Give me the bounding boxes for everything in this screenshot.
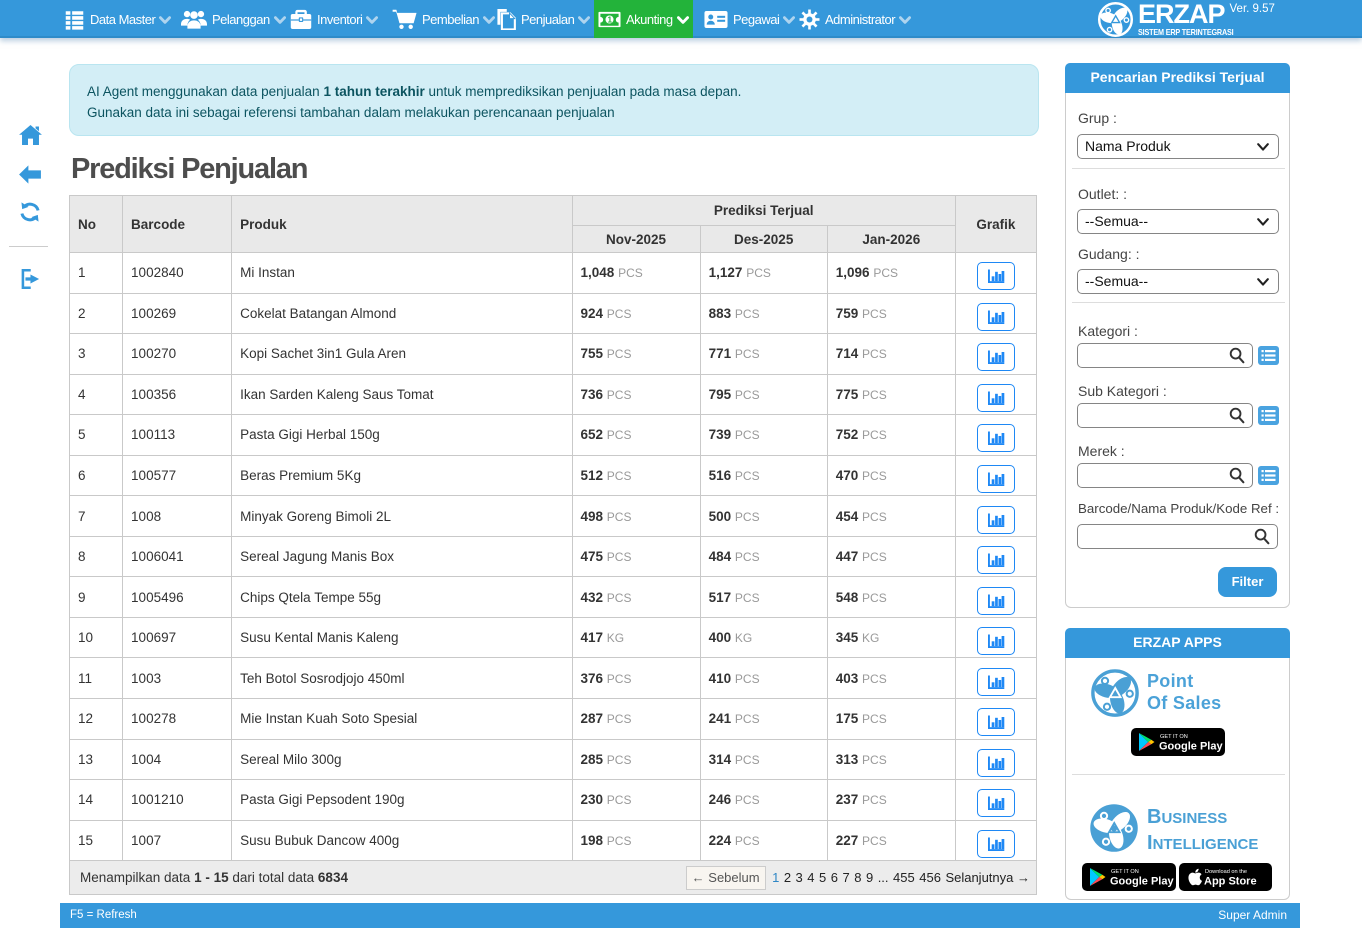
svg-text:Google Play: Google Play bbox=[1159, 741, 1223, 753]
svg-text:App Store: App Store bbox=[1204, 876, 1257, 888]
svg-text:GET IT ON: GET IT ON bbox=[1160, 734, 1188, 740]
svg-text:Download on the: Download on the bbox=[1205, 869, 1247, 875]
svg-text:GET IT ON: GET IT ON bbox=[1111, 869, 1139, 875]
svg-text:Google Play: Google Play bbox=[1110, 876, 1174, 888]
